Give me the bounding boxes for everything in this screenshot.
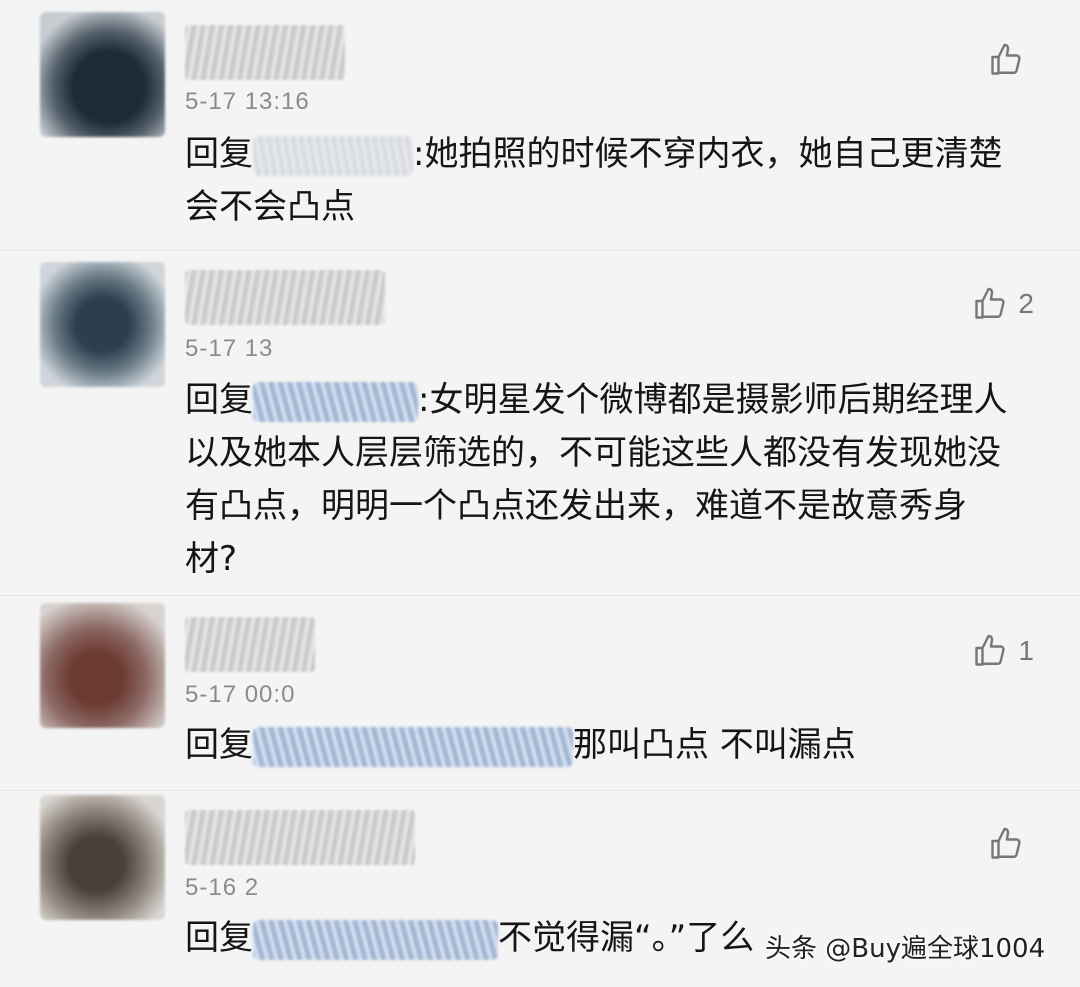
mention-redacted xyxy=(253,919,498,960)
mention-redacted xyxy=(253,381,418,422)
comment-timestamp: 5-17 13 xyxy=(185,335,274,362)
thumbs-up-icon xyxy=(991,43,1021,75)
thumbs-up-icon xyxy=(975,634,1006,666)
reply-prefix: 回复 xyxy=(185,918,253,958)
avatar[interactable] xyxy=(40,12,165,137)
username-redacted xyxy=(185,270,385,325)
like-button[interactable]: 1 xyxy=(972,633,1034,669)
avatar[interactable] xyxy=(40,262,165,387)
reply-body: 不觉得漏“。”了么 xyxy=(498,918,755,958)
like-count: 1 xyxy=(1018,635,1034,666)
avatar[interactable] xyxy=(40,603,165,728)
comment-timestamp: 5-16 2 xyxy=(185,874,260,901)
username-redacted xyxy=(185,25,345,80)
reply-prefix: 回复 xyxy=(185,380,253,420)
mention-redacted xyxy=(253,135,413,176)
comment-timestamp: 5-17 00:0 xyxy=(185,681,296,708)
reply-body: 那叫凸点 不叫漏点 xyxy=(573,725,856,765)
reply-text: 回复:她拍照的时候不穿内衣，她自己更清楚会不会凸点 xyxy=(185,128,1015,234)
watermark: 头条 @Buy遍全球1004 xyxy=(765,934,1046,964)
thumbs-up-icon xyxy=(991,827,1021,859)
avatar[interactable] xyxy=(40,795,165,920)
like-button[interactable] xyxy=(988,826,1034,862)
username-redacted xyxy=(185,810,415,865)
like-count: 2 xyxy=(1018,288,1034,319)
like-button[interactable]: 2 xyxy=(972,286,1034,322)
comment-timestamp: 5-17 13:16 xyxy=(185,88,310,115)
reply-text: 回复:女明星发个微博都是摄影师后期经理人以及她本人层层筛选的，不可能这些人都没有… xyxy=(185,374,1015,586)
reply-prefix: 回复 xyxy=(185,134,253,174)
comment-item: 5-17 00:0 1 回复 那叫凸点 不叫漏点 xyxy=(0,595,1080,791)
comment-item: 5-17 13 2 回复:女明星发个微博都是摄影师后期经理人以及她本人层层筛选的… xyxy=(0,250,1080,596)
thumbs-up-icon xyxy=(975,287,1006,319)
like-button[interactable] xyxy=(988,42,1034,78)
username-redacted xyxy=(185,617,315,672)
reply-text: 回复 那叫凸点 不叫漏点 xyxy=(185,719,1015,772)
comment-item: 5-17 13:16 回复:她拍照的时候不穿内衣，她自己更清楚会不会凸点 xyxy=(0,0,1080,251)
mention-redacted xyxy=(253,726,573,767)
reply-prefix: 回复 xyxy=(185,725,253,765)
